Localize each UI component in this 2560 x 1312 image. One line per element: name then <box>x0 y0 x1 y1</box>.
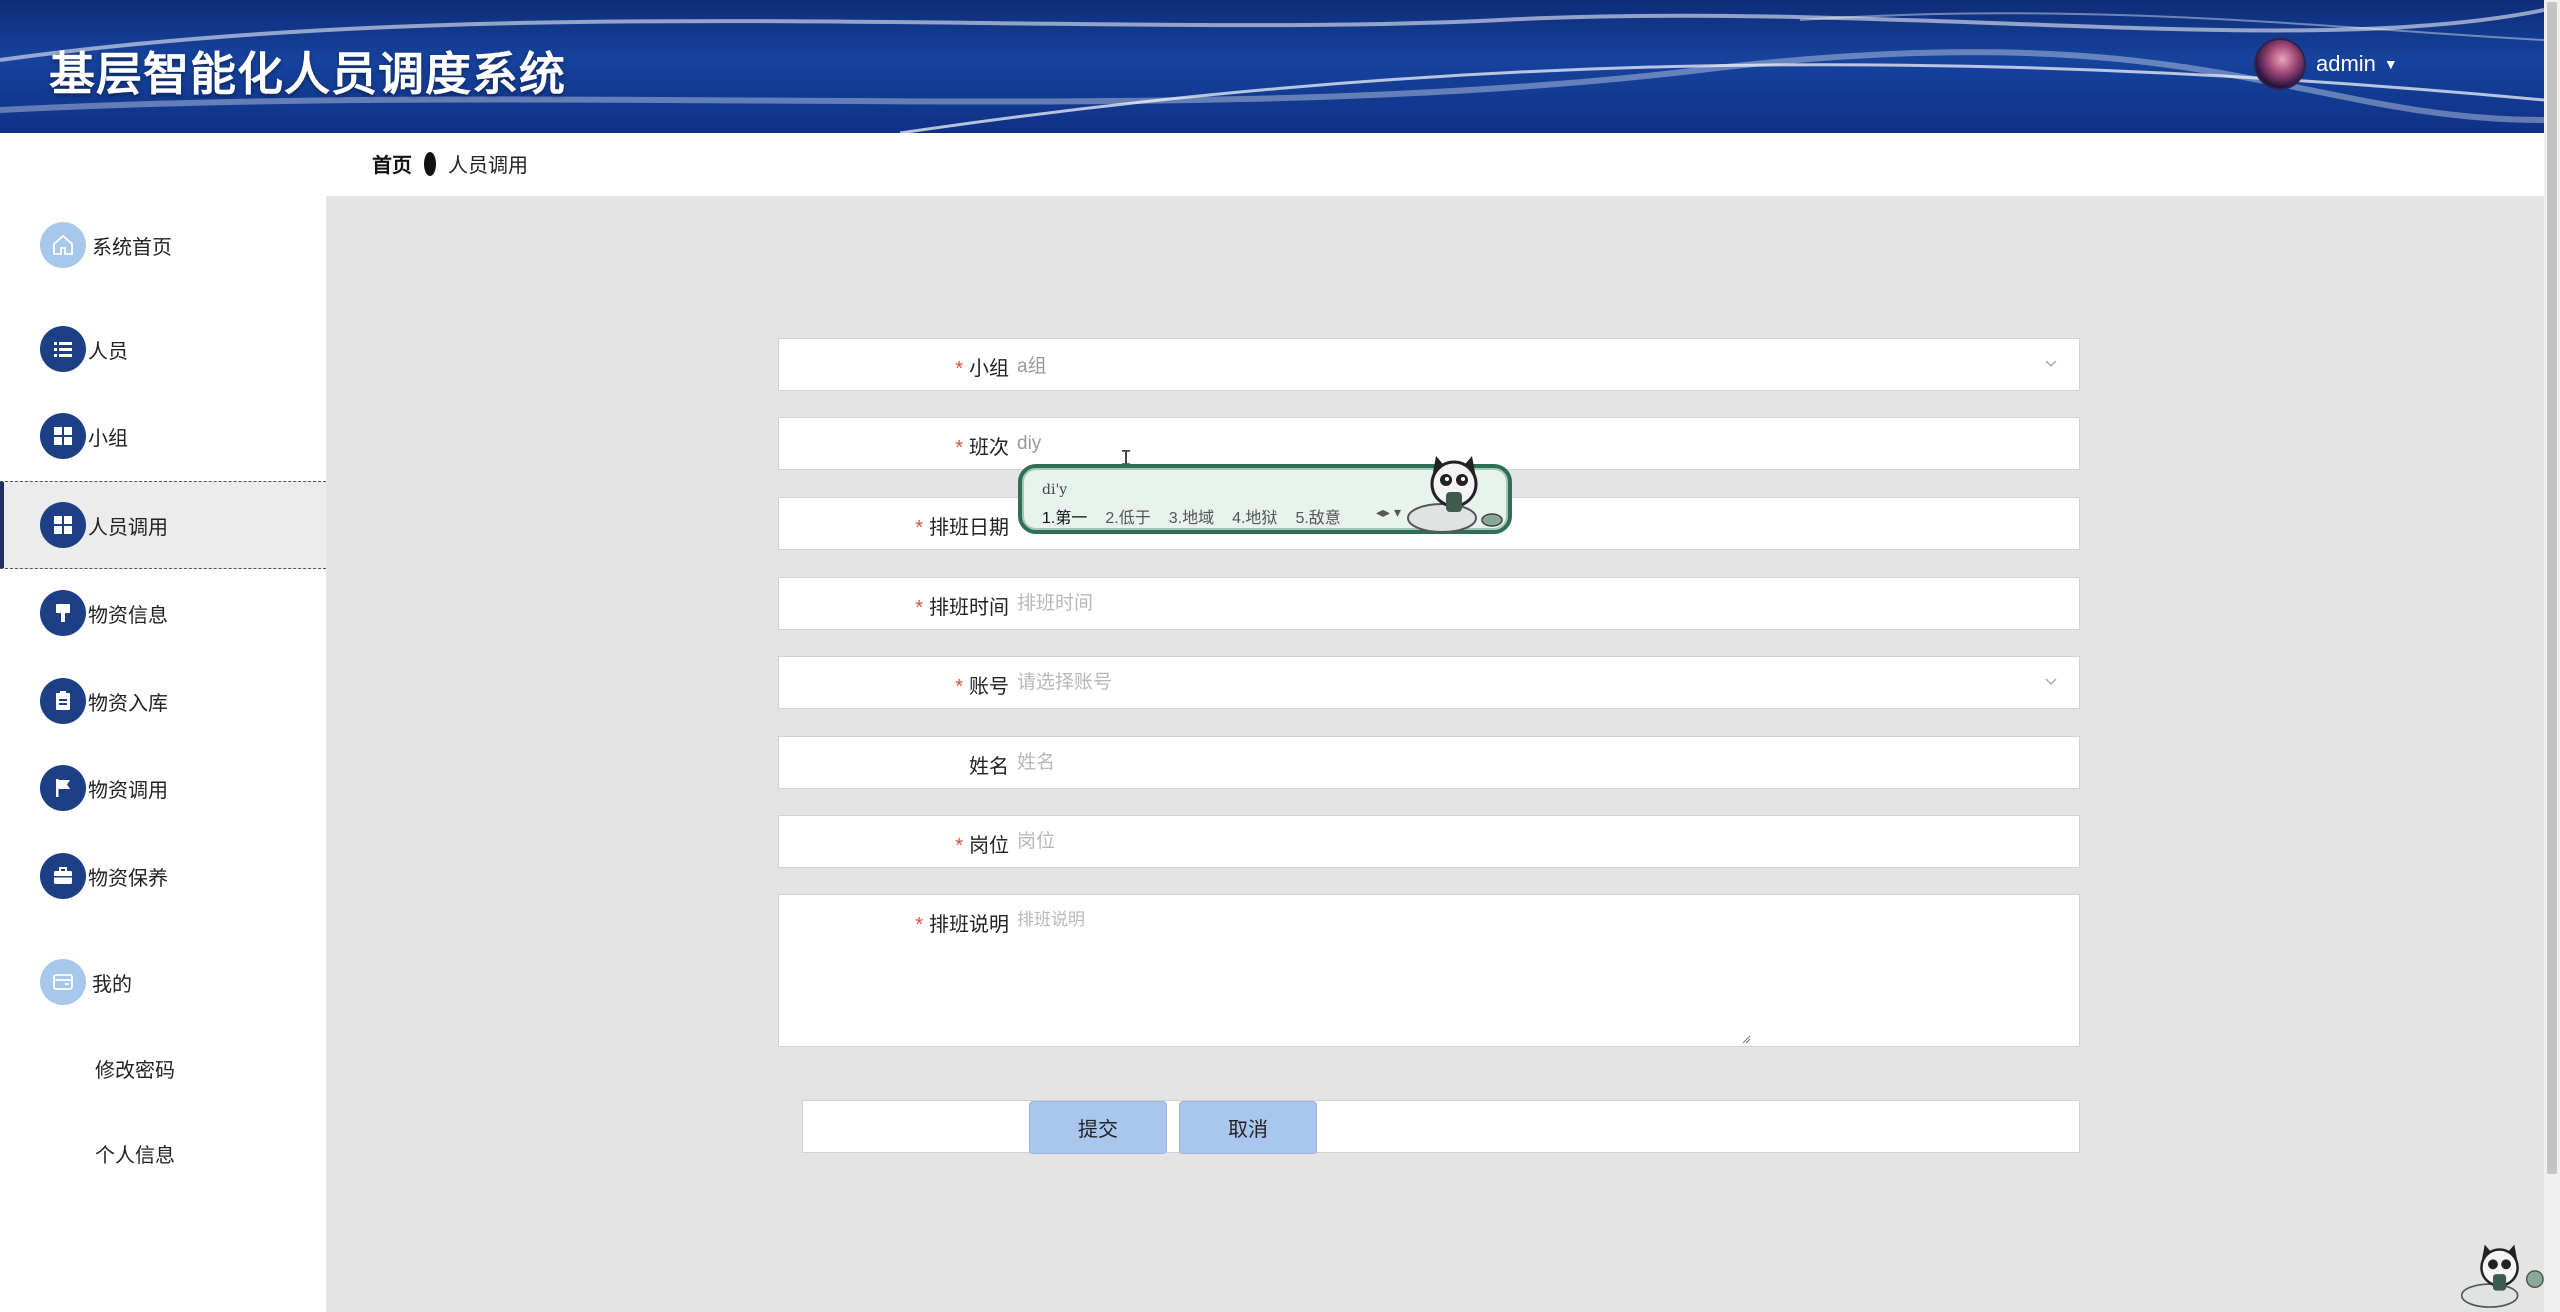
breadcrumb-current: 人员调用 <box>448 155 528 177</box>
date-label: * 排班日期 <box>915 517 1009 539</box>
sidebar-item-label: 小组 <box>88 427 128 450</box>
shift-label: * 班次 <box>955 437 1009 459</box>
required-mark: * <box>915 597 923 619</box>
account-field-row: * 账号 <box>778 656 2080 709</box>
notes-label: * 排班说明 <box>915 914 1009 936</box>
name-field-row: 姓名 <box>778 736 2080 789</box>
required-mark: * <box>955 676 963 698</box>
briefcase-icon <box>40 853 86 899</box>
sidebar-item-staff-dispatch[interactable]: 人员调用 <box>0 481 326 569</box>
required-mark: * <box>955 835 963 857</box>
ime-candidate[interactable]: 1.第一 <box>1042 504 1087 528</box>
app-header: 基层智能化人员调度系统 admin ▼ <box>0 0 2544 133</box>
ime-composition: di'y <box>1042 482 1068 498</box>
notes-field-row: * 排班说明 <box>778 894 2080 1047</box>
ime-candidate[interactable]: 4.地狱 <box>1232 504 1277 528</box>
resize-grip-icon[interactable] <box>1741 1034 1751 1044</box>
sidebar-subitem-profile[interactable]: 个人信息 <box>95 1139 175 1168</box>
time-input[interactable] <box>1017 578 2057 629</box>
home-icon <box>40 222 86 268</box>
position-label: * 岗位 <box>955 835 1009 857</box>
sidebar-item-material-info[interactable]: 物资信息 <box>0 569 326 657</box>
position-input[interactable] <box>1017 816 2057 867</box>
grid-icon <box>40 413 86 459</box>
group-label: * 小组 <box>955 358 1009 380</box>
name-label: 姓名 <box>969 756 1009 778</box>
sidebar-item-label: 人员 <box>88 340 128 363</box>
sidebar-item-label: 物资调用 <box>88 779 168 802</box>
ime-page-arrows-icon[interactable]: ◂▸ ▾ <box>1376 504 1401 521</box>
name-input[interactable] <box>1017 737 2057 788</box>
clipboard-icon <box>40 678 86 724</box>
required-mark: * <box>915 517 923 539</box>
position-field-row: * 岗位 <box>778 815 2080 868</box>
account-select[interactable] <box>1017 657 2057 708</box>
cancel-button[interactable]: 取消 <box>1179 1101 1317 1154</box>
sidebar-item-label: 系统首页 <box>92 236 172 259</box>
breadcrumb: 首页 人员调用 <box>372 149 528 178</box>
sidebar-item-label: 我的 <box>92 973 132 996</box>
account-label: * 账号 <box>955 676 1009 698</box>
list-icon <box>40 326 86 372</box>
sidebar-item-label: 物资信息 <box>88 604 168 627</box>
sidebar-item-material-maintenance[interactable]: 物资保养 <box>0 832 326 920</box>
group-field-row: * 小组 <box>778 338 2080 391</box>
breadcrumb-home[interactable]: 首页 <box>372 149 412 178</box>
wallet-icon <box>40 959 86 1005</box>
ime-candidate-list: 1.第一 2.低于 3.地域 4.地狱 5.敌意 <box>1042 504 1359 528</box>
app-title: 基层智能化人员调度系统 <box>49 47 566 101</box>
sidebar-item-material-dispatch[interactable]: 物资调用 <box>0 744 326 832</box>
sidebar-item-home[interactable]: 系统首页 <box>0 201 326 289</box>
breadcrumb-separator <box>424 151 436 176</box>
caret-down-icon[interactable]: ▼ <box>2384 56 2398 72</box>
chevron-down-icon[interactable] <box>2041 671 2061 691</box>
sidebar-subitem-change-password[interactable]: 修改密码 <box>95 1054 175 1083</box>
ime-candidate[interactable]: 5.敌意 <box>1295 504 1340 528</box>
required-mark: * <box>955 437 963 459</box>
required-mark: * <box>955 358 963 380</box>
sidebar-item-mine[interactable]: 我的 <box>0 938 326 1026</box>
group-select[interactable] <box>1017 339 2057 390</box>
time-label: * 排班时间 <box>915 597 1009 619</box>
time-field-row: * 排班时间 <box>778 577 2080 630</box>
brush-icon <box>40 590 86 636</box>
chevron-down-icon[interactable] <box>2041 353 2061 373</box>
grid-icon <box>40 502 86 548</box>
sidebar-item-label: 物资入库 <box>88 692 168 715</box>
ime-candidate[interactable]: 2.低于 <box>1105 504 1150 528</box>
form-actions: 提交 取消 <box>802 1100 2080 1154</box>
page-scrollbar-thumb[interactable] <box>2547 2 2557 1174</box>
user-menu[interactable]: admin ▼ <box>2254 38 2398 90</box>
floating-mascot-icon[interactable] <box>2452 1238 2552 1312</box>
shift-input[interactable] <box>1017 418 2057 469</box>
ime-candidate[interactable]: 3.地域 <box>1169 504 1214 528</box>
submit-button[interactable]: 提交 <box>1029 1101 1167 1154</box>
sidebar-item-label: 物资保养 <box>88 867 168 890</box>
avatar[interactable] <box>2254 38 2306 90</box>
sidebar-item-groups[interactable]: 小组 <box>0 392 326 480</box>
required-mark: * <box>915 914 923 936</box>
flag-icon <box>40 765 86 811</box>
user-name[interactable]: admin <box>2316 51 2376 77</box>
ime-mascot-icon <box>1407 456 1503 533</box>
sidebar-item-people[interactable]: 人员 <box>0 305 326 393</box>
sidebar-item-material-inbound[interactable]: 物资入库 <box>0 657 326 745</box>
sidebar-item-label: 人员调用 <box>88 516 168 539</box>
notes-textarea[interactable] <box>1017 905 2057 1035</box>
